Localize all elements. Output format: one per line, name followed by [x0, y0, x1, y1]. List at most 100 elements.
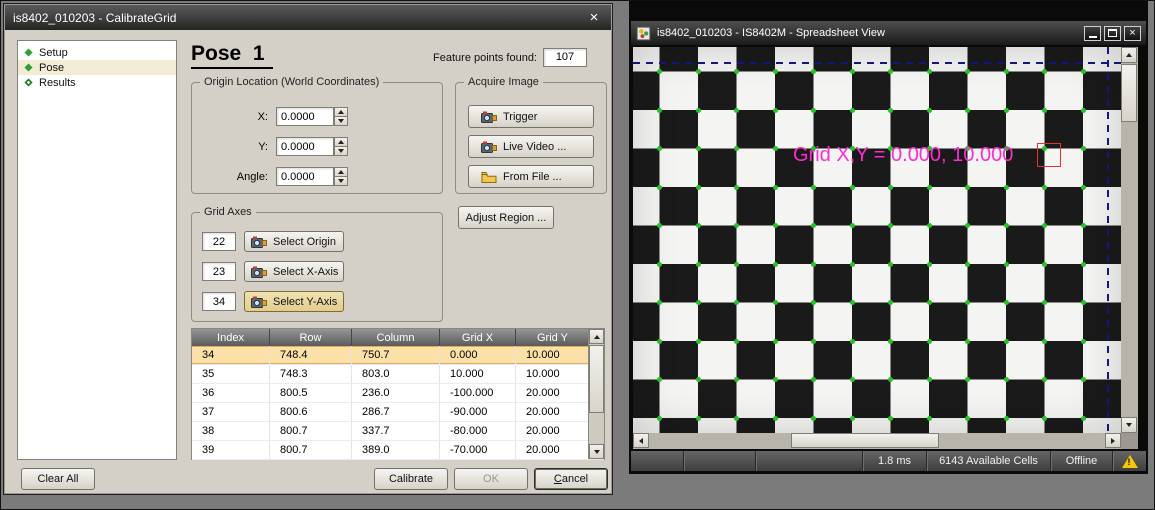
cancel-button[interactable]: Cancel [534, 468, 608, 490]
trigger-button-label: Trigger [503, 111, 537, 123]
table-scrollbar[interactable] [588, 329, 604, 459]
warning-icon: ! [1122, 455, 1138, 468]
feature-point [1004, 69, 1009, 74]
y-axis-row: Select Y-Axis [202, 291, 344, 312]
feature-point [927, 300, 932, 305]
feature-point [1004, 108, 1009, 113]
table-row[interactable]: 37800.6286.7-90.00020.000 [192, 403, 604, 422]
feature-point [888, 185, 893, 190]
arrow-up-icon [594, 335, 600, 339]
x-spinner[interactable] [334, 107, 348, 126]
scrollbar-thumb[interactable] [791, 433, 939, 448]
maximize-button[interactable] [1104, 26, 1121, 41]
feature-point [773, 146, 778, 151]
feature-point [1081, 377, 1086, 382]
feature-point [773, 416, 778, 421]
scroll-down-button[interactable] [589, 444, 604, 459]
table-row[interactable]: 35748.3803.010.00010.000 [192, 365, 604, 384]
pose-heading: Pose 1 [191, 42, 273, 69]
arrow-left-icon [639, 438, 643, 444]
table-cell: 337.7 [352, 422, 440, 440]
feature-point [773, 185, 778, 190]
x-axis-index-input[interactable] [202, 262, 236, 281]
y-input[interactable] [276, 137, 334, 156]
table-row[interactable]: 36800.5236.0-100.00020.000 [192, 384, 604, 403]
table-row[interactable]: 38800.7337.7-80.00020.000 [192, 422, 604, 441]
table-cell: 10.000 [516, 346, 590, 364]
from-file-button[interactable]: From File ... [468, 165, 594, 188]
feature-point [657, 262, 662, 267]
table-cell: 39 [192, 441, 270, 459]
clear-all-button[interactable]: Clear All [21, 468, 95, 490]
trigger-button[interactable]: Trigger [468, 105, 594, 128]
grid-axes-group: Grid Axes Select Origin Select X-Axis [191, 212, 443, 322]
scroll-left-button[interactable] [633, 433, 649, 448]
column-header[interactable]: Index [192, 329, 270, 346]
spreadsheet-titlebar[interactable]: is8402_010203 - IS8402M - Spreadsheet Vi… [631, 21, 1146, 45]
column-header[interactable]: Column [352, 329, 440, 346]
close-icon[interactable]: × [585, 9, 603, 26]
scroll-down-button[interactable] [1121, 417, 1137, 433]
feature-point [696, 146, 701, 151]
column-header[interactable]: Row [270, 329, 352, 346]
status-warning[interactable]: ! [1112, 451, 1146, 471]
scrollbar-thumb[interactable] [1121, 64, 1137, 122]
feature-point [773, 377, 778, 382]
feature-point [1004, 339, 1009, 344]
calibration-image[interactable]: Grid X,Y = 0.000, 10.000 [633, 47, 1121, 433]
horizontal-scrollbar[interactable] [633, 433, 1121, 449]
diamond-filled-icon [24, 48, 32, 56]
feature-point [965, 185, 970, 190]
y-spinner[interactable] [334, 137, 348, 156]
select-x-axis-button[interactable]: Select X-Axis [244, 261, 344, 282]
feature-point [1004, 377, 1009, 382]
table-cell: 37 [192, 403, 270, 421]
vertical-scrollbar[interactable] [1121, 47, 1138, 433]
feature-point [1042, 416, 1047, 421]
calibrate-button[interactable]: Calibrate [374, 468, 448, 490]
desktop: is8402_010203 - CalibrateGrid × Setup Pos… [0, 0, 1155, 510]
live-video-button[interactable]: Live Video ... [468, 135, 594, 158]
sidebar-item-setup[interactable]: Setup [18, 45, 176, 60]
feature-table: IndexRowColumnGrid XGrid Y 34748.4750.70… [191, 328, 605, 460]
status-segment-empty [631, 451, 683, 471]
table-cell: 803.0 [352, 365, 440, 383]
table-cell: 35 [192, 365, 270, 383]
sidebar-item-label: Pose [39, 62, 64, 74]
minimize-button[interactable] [1084, 26, 1101, 41]
feature-point [1042, 108, 1047, 113]
feature-point [850, 339, 855, 344]
calibrate-body: SetupPoseResults Pose 1 Feature points f… [5, 30, 611, 493]
origin-index-input[interactable] [202, 232, 236, 251]
ok-button[interactable]: OK [454, 468, 528, 490]
select-origin-button[interactable]: Select Origin [244, 231, 344, 252]
calibrate-titlebar[interactable]: is8402_010203 - CalibrateGrid × [5, 5, 611, 30]
table-row[interactable]: 34748.4750.70.00010.000 [192, 346, 604, 365]
column-header[interactable]: Grid Y [516, 329, 590, 346]
select-y-axis-button[interactable]: Select Y-Axis [244, 291, 344, 312]
scrollbar-thumb[interactable] [589, 345, 604, 413]
x-input[interactable] [276, 107, 334, 126]
feature-point [927, 185, 932, 190]
feature-point [734, 339, 739, 344]
y-axis-index-input[interactable] [202, 292, 236, 311]
close-button[interactable]: × [1124, 26, 1141, 41]
grid-axis-line-vertical [1107, 47, 1109, 433]
feature-point [1081, 416, 1086, 421]
feature-point [850, 108, 855, 113]
feature-point [1081, 185, 1086, 190]
sidebar-item-pose[interactable]: Pose [18, 60, 176, 75]
scroll-up-button[interactable] [589, 329, 604, 344]
table-row[interactable]: 39800.7389.0-70.00020.000 [192, 441, 604, 460]
sidebar-item-results[interactable]: Results [18, 75, 176, 90]
angle-input[interactable] [276, 167, 334, 186]
scroll-up-button[interactable] [1121, 47, 1137, 63]
column-header[interactable]: Grid X [440, 329, 516, 346]
angle-spinner[interactable] [334, 167, 348, 186]
adjust-region-button[interactable]: Adjust Region ... [458, 206, 554, 229]
table-cell: 748.4 [270, 346, 352, 364]
table-cell: 800.6 [270, 403, 352, 421]
spreadsheet-window-title: is8402_010203 - IS8402M - Spreadsheet Vi… [657, 27, 1081, 39]
scroll-right-button[interactable] [1105, 433, 1121, 448]
feature-point [927, 223, 932, 228]
